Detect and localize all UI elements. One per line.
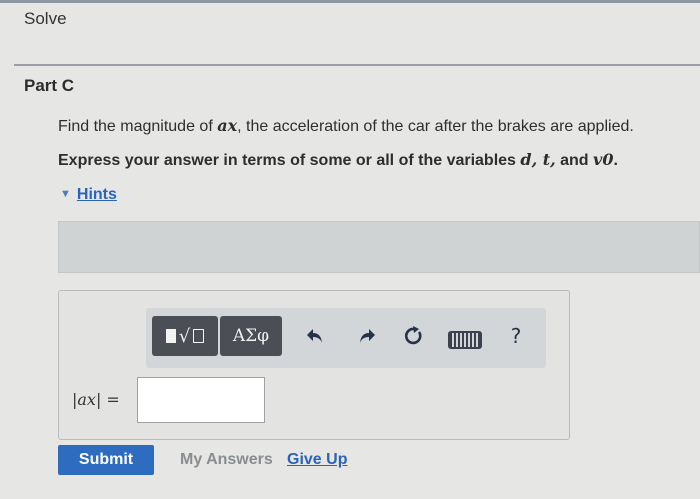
greek-symbols-button[interactable]: ΑΣφ	[220, 316, 282, 356]
section-divider	[14, 64, 700, 66]
instruction-prefix: Express your answer in terms of some or …	[58, 152, 521, 169]
question-text-prefix: Find the magnitude of	[58, 118, 218, 135]
templates-icon: √	[165, 326, 205, 347]
instruction-variable-v0: v0	[593, 150, 614, 169]
undo-icon[interactable]	[302, 320, 328, 352]
submit-button[interactable]: Submit	[58, 445, 154, 475]
hints-toggle[interactable]: ▼ Hints	[60, 186, 117, 204]
question-text-suffix: , the acceleration of the car after the …	[237, 118, 634, 135]
my-answers-link[interactable]: My Answers	[180, 451, 273, 469]
feedback-area	[58, 221, 700, 273]
keyboard-icon[interactable]	[448, 331, 482, 349]
part-title: Part C	[24, 76, 75, 95]
caret-down-icon: ▼	[60, 188, 71, 200]
question-variable-ax: ax	[217, 116, 238, 135]
answer-input[interactable]	[137, 377, 265, 423]
hints-link[interactable]: Hints	[77, 186, 117, 203]
instruction-end: .	[613, 152, 618, 169]
templates-button[interactable]: √	[152, 316, 218, 356]
instruction-variables: d, t,	[520, 150, 556, 169]
help-icon[interactable]: ?	[504, 320, 528, 352]
question-line-1: Find the magnitude of ax, the accelerati…	[58, 116, 634, 136]
solve-heading: Solve	[24, 9, 67, 28]
answer-label: |ax| =	[72, 390, 120, 409]
instruction-and: and	[555, 152, 594, 169]
question-line-2: Express your answer in terms of some or …	[58, 150, 618, 170]
redo-icon[interactable]	[354, 320, 380, 352]
top-border	[0, 0, 700, 3]
reset-icon[interactable]	[400, 320, 428, 352]
give-up-link[interactable]: Give Up	[287, 451, 347, 469]
